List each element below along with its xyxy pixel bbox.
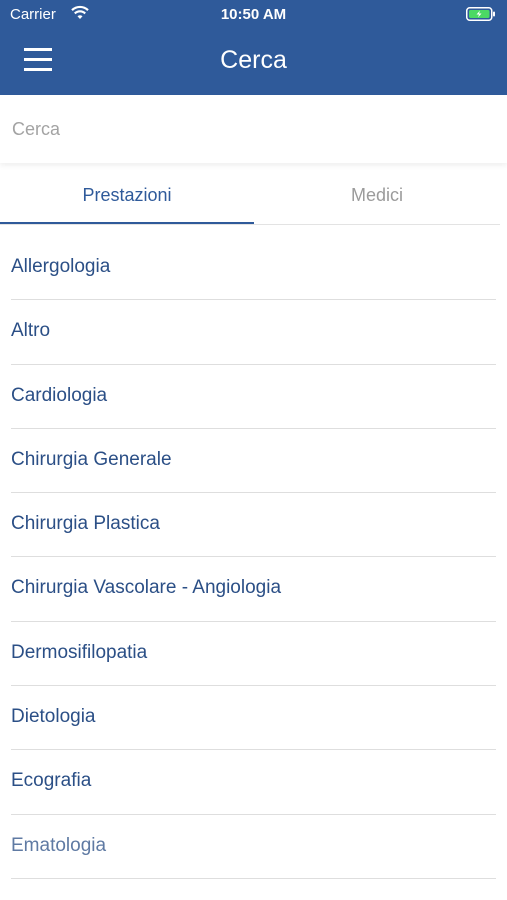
tab-medici[interactable]: Medici (254, 166, 500, 224)
list-item[interactable]: Dietologia (11, 686, 496, 751)
list-item-label: Ematologia (11, 834, 107, 856)
list-item-label: Altro (11, 320, 51, 342)
list-item[interactable]: Cardiologia (11, 365, 496, 429)
list-item[interactable]: Ecografia (11, 750, 496, 815)
search-input[interactable] (0, 95, 507, 163)
list-item-label: Allergologia (11, 256, 111, 277)
list-item[interactable]: Chirurgia Vascolare - Angiologia (11, 557, 496, 622)
list-item[interactable]: Chirurgia Plastica (11, 493, 496, 558)
list-item[interactable]: Altro (11, 300, 496, 365)
list-item[interactable]: Chirurgia Generale (11, 429, 496, 494)
list-item-label: Chirurgia Plastica (11, 513, 160, 535)
status-bar: Carrier 10:50 AM (0, 0, 507, 30)
status-time: 10:50 AM (220, 6, 287, 23)
app-header: Carrier 10:50 AM Cerca (0, 0, 507, 95)
list-item[interactable]: Dermosifilopatia (11, 622, 496, 687)
list-item-label: Ecografia (11, 770, 92, 792)
list-item-label: Dermosifilopatia (11, 641, 148, 663)
tab-bar: Prestazioni Medici (0, 166, 500, 225)
specialty-list: Allergologia Altro Cardiologia Chirurgia… (0, 236, 507, 879)
list-item-label: Cardiologia (11, 384, 108, 406)
list-item[interactable]: Allergologia (11, 236, 496, 301)
battery-charging-icon (466, 7, 495, 21)
page-title: Cerca (220, 46, 287, 74)
list-item-label: Dietologia (11, 706, 96, 728)
list-item[interactable]: Ematologia (11, 815, 496, 879)
list-item-label: Chirurgia Vascolare - Angiologia (11, 577, 282, 599)
tab-prestazioni[interactable]: Prestazioni (0, 166, 254, 224)
list-item-label: Chirurgia Generale (11, 448, 172, 470)
search-bar (0, 95, 507, 163)
